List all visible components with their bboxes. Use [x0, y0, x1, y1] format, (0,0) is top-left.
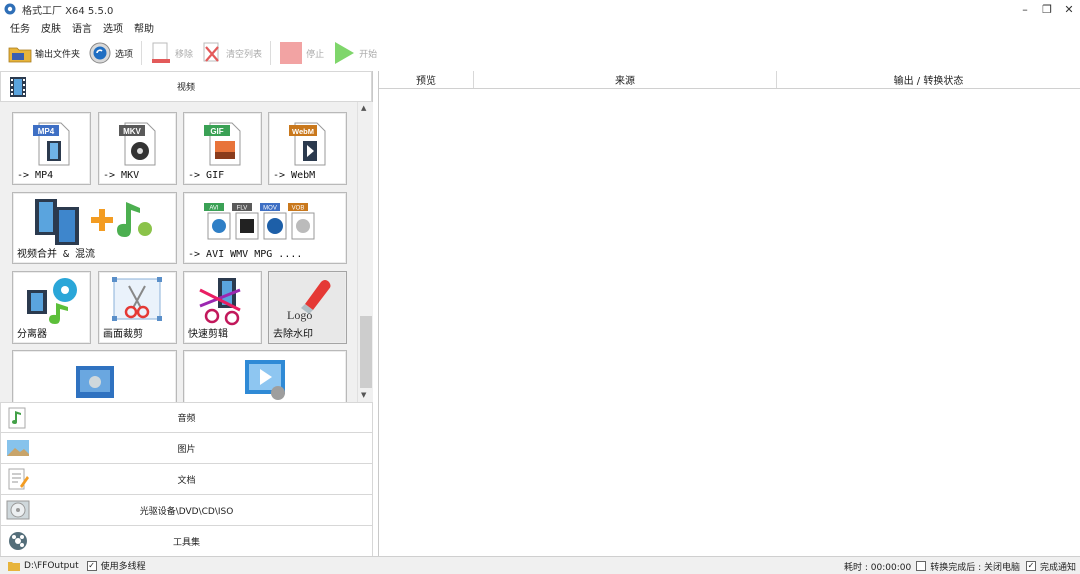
close-button[interactable]: ✕	[1058, 0, 1080, 18]
folder-icon	[8, 561, 20, 571]
svg-text:MOV: MOV	[263, 206, 277, 212]
category-video[interactable]: 视频	[0, 71, 372, 102]
mp4-file-icon: MP4	[33, 122, 70, 166]
tile-video-tool-1[interactable]	[12, 350, 177, 402]
svg-text:WebM: WebM	[292, 127, 314, 136]
tile-to-avi-wmv-mpg[interactable]: AVI FLV MOV VOB -> AVI WMV MPG ....	[183, 192, 347, 264]
column-source[interactable]: 来源	[474, 71, 777, 88]
toolbar: 输出文件夹 选项 移除 清空列表 停止 开始	[0, 37, 1080, 69]
tile-to-gif[interactable]: GIF -> GIF	[183, 112, 262, 185]
document-icon	[8, 468, 29, 490]
category-document[interactable]: 文档	[0, 464, 373, 495]
film-icon	[10, 77, 26, 97]
stop-icon	[280, 42, 303, 64]
multithread-checkbox[interactable]: ✓	[86, 560, 97, 571]
stop-button[interactable]: 停止	[279, 39, 324, 67]
scroll-up-arrow-icon[interactable]: ▲	[361, 104, 366, 112]
gif-file-icon: GIF	[204, 122, 241, 166]
tools-icon	[9, 532, 27, 550]
svg-text:GIF: GIF	[210, 127, 223, 136]
scroll-down-arrow-icon[interactable]: ▼	[361, 391, 366, 399]
task-list-header: 预览 来源 输出 / 转换状态	[379, 71, 1080, 89]
quick-clip-icon	[199, 278, 241, 326]
app-logo-icon	[4, 3, 16, 15]
remove-button[interactable]: 移除	[150, 39, 193, 67]
tile-splitter[interactable]: 分离器	[12, 271, 91, 344]
multi-format-icon: AVI FLV MOV VOB	[204, 203, 315, 240]
notify-checkbox[interactable]: ✓	[1025, 561, 1036, 571]
video-grid-scrollbar[interactable]: ▲ ▼	[357, 102, 373, 402]
crop-icon	[112, 277, 162, 321]
after-done-label[interactable]: 转换完成后 : 关闭电脑	[930, 560, 1020, 573]
video-screen-icon	[76, 366, 114, 398]
output-path[interactable]: D:\FFOutput	[24, 561, 79, 571]
output-folder-button[interactable]: 输出文件夹	[8, 39, 80, 67]
category-disc[interactable]: 光驱设备\DVD\CD\ISO	[0, 495, 373, 526]
splitter-icon	[27, 278, 77, 324]
logo-text: Logo	[287, 308, 313, 322]
column-output-status[interactable]: 输出 / 转换状态	[777, 71, 1080, 88]
menu-task[interactable]: 任务	[10, 20, 30, 35]
tile-crop[interactable]: 画面裁剪	[98, 271, 177, 344]
category-list: 音频 图片 文档 光驱设备\DVD\CD\ISO 工具集	[0, 402, 373, 557]
tile-quick-clip[interactable]: 快速剪辑	[183, 271, 262, 344]
toolbar-separator	[270, 41, 272, 65]
video-play-screen-icon	[245, 360, 285, 400]
mkv-file-icon: MKV	[119, 122, 156, 166]
restore-button[interactable]: ❐	[1036, 0, 1058, 18]
video-tools-grid: MP4 -> MP4 MKV -> MKV GIF -> GIF WebM ->…	[0, 102, 373, 402]
picture-icon	[7, 440, 29, 456]
svg-text:VOB: VOB	[292, 206, 305, 212]
clear-list-icon	[203, 42, 219, 62]
category-panel: 视频 MP4 -> MP4 MKV -> MKV GIF -> GIF WebM…	[0, 71, 373, 557]
svg-text:AVI: AVI	[209, 206, 219, 212]
status-bar: D:\FFOutput ✓ 使用多线程 耗时 : 00:00:00 转换完成后 …	[0, 556, 1080, 574]
notify-label: 完成通知	[1039, 562, 1076, 573]
tile-video-merge[interactable]: 视频合并 & 混流	[12, 192, 177, 264]
merge-video-audio-icon	[35, 199, 152, 245]
tile-to-webm[interactable]: WebM -> WebM	[268, 112, 347, 185]
disc-icon	[6, 500, 30, 520]
svg-text:FLV: FLV	[237, 206, 248, 212]
tile-to-mp4[interactable]: MP4 -> MP4	[12, 112, 91, 185]
multithread-label: 使用多线程	[100, 562, 146, 572]
scroll-thumb[interactable]	[360, 316, 372, 388]
category-tools[interactable]: 工具集	[0, 526, 373, 557]
clear-list-button[interactable]: 清空列表	[201, 39, 262, 67]
tile-video-tool-2[interactable]	[183, 350, 347, 402]
svg-text:MKV: MKV	[123, 127, 141, 136]
column-preview[interactable]: 预览	[379, 71, 474, 88]
task-list-panel[interactable]: 预览 来源 输出 / 转换状态	[378, 71, 1080, 556]
category-video-label: 视频	[176, 83, 195, 93]
window-title: 格式工厂 X64 5.5.0	[22, 5, 114, 17]
start-button[interactable]: 开始	[332, 39, 377, 67]
music-note-icon	[8, 407, 26, 429]
remove-doc-icon	[152, 42, 171, 63]
menu-help[interactable]: 帮助	[134, 20, 154, 35]
menu-language[interactable]: 语言	[72, 20, 92, 35]
svg-text:MP4: MP4	[38, 127, 55, 136]
after-done-checkbox[interactable]	[916, 561, 927, 571]
menu-options[interactable]: 选项	[103, 20, 123, 35]
tile-remove-watermark[interactable]: Logo 去除水印	[268, 271, 347, 344]
play-icon	[335, 42, 355, 64]
category-picture[interactable]: 图片	[0, 433, 373, 464]
gear-icon	[89, 42, 111, 64]
toolbar-separator	[141, 41, 143, 65]
elapsed-time: 耗时 : 00:00:00	[844, 562, 912, 573]
tile-to-mkv[interactable]: MKV -> MKV	[98, 112, 177, 185]
menu-skin[interactable]: 皮肤	[41, 20, 61, 35]
menu-bar: 任务 皮肤 语言 选项 帮助	[0, 18, 165, 36]
options-button[interactable]: 选项	[88, 39, 133, 67]
folder-icon	[8, 47, 32, 63]
minimize-button[interactable]: –	[1014, 0, 1036, 18]
webm-file-icon: WebM	[289, 122, 326, 166]
category-audio[interactable]: 音频	[0, 402, 373, 433]
title-bar: 格式工厂 X64 5.5.0 – ❐ ✕	[0, 0, 1080, 18]
